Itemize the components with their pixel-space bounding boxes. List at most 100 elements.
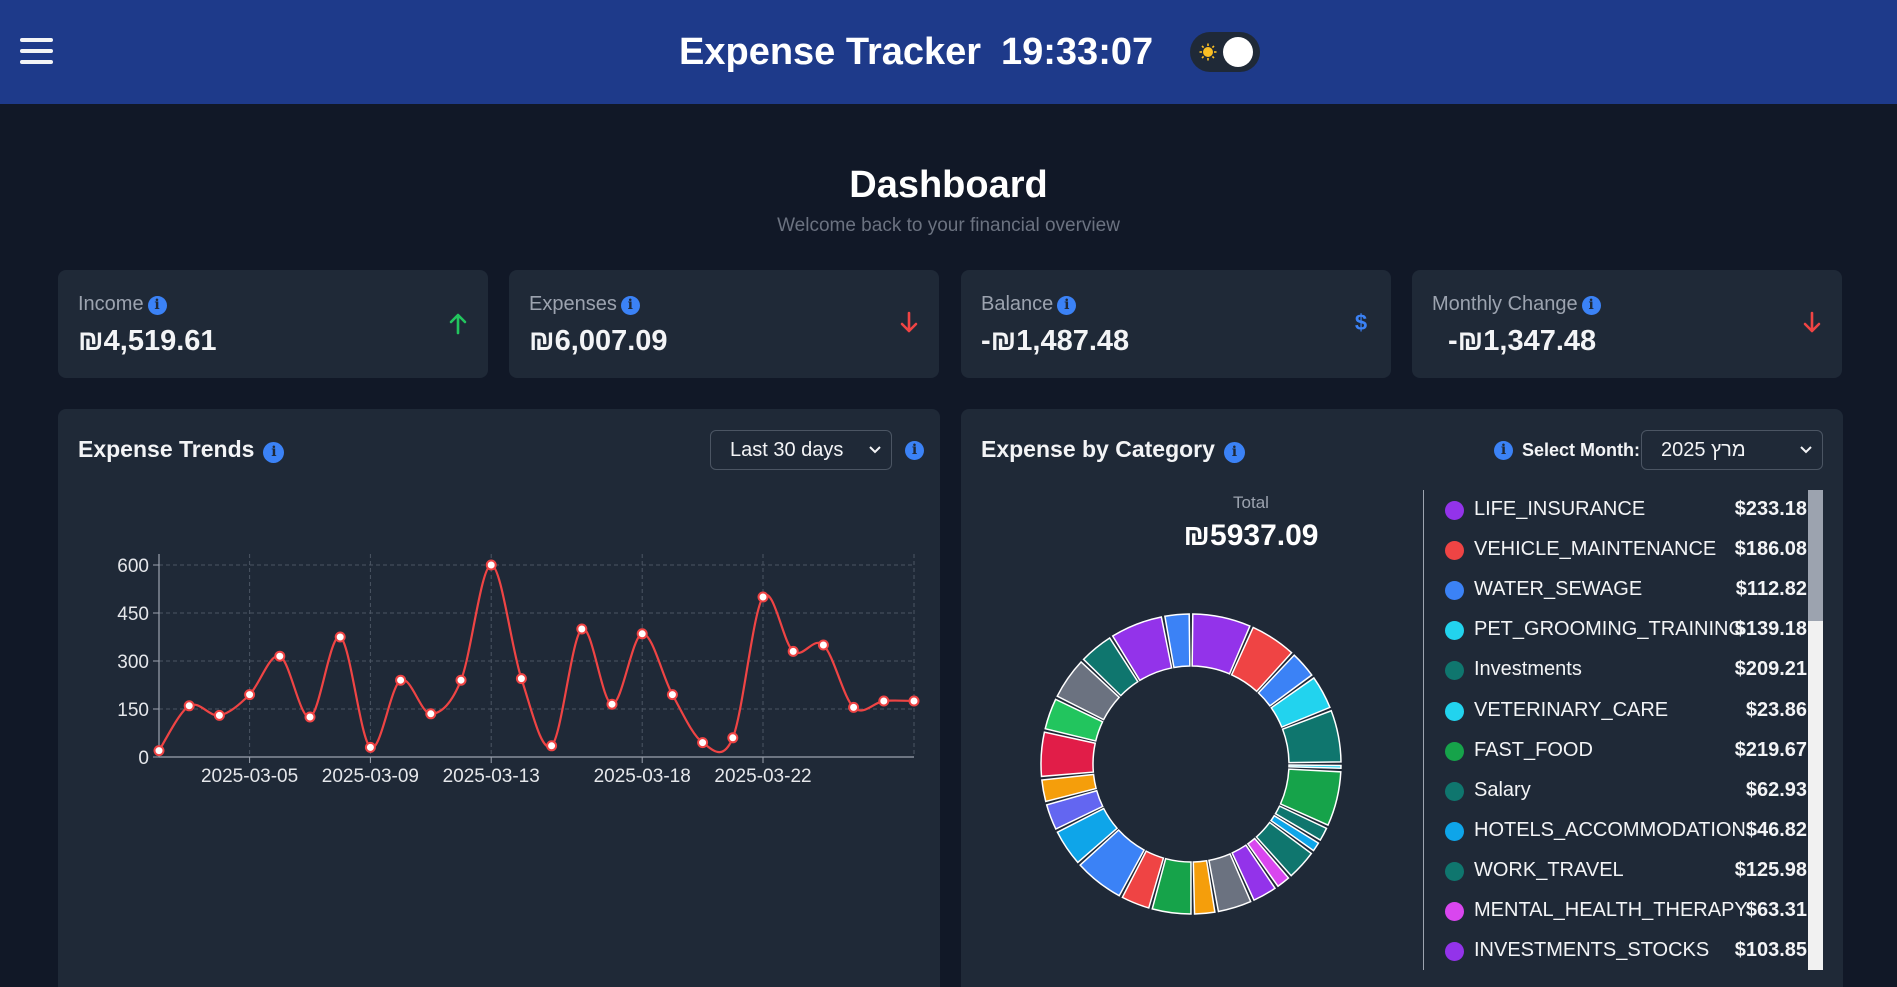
data-point bbox=[455, 674, 467, 686]
legend-category-name: VEHICLE_MAINTENANCE bbox=[1474, 538, 1717, 561]
info-icon[interactable]: i bbox=[147, 296, 167, 315]
data-point bbox=[153, 745, 165, 757]
legend-category-name: WATER_SEWAGE bbox=[1474, 578, 1643, 601]
menu-icon[interactable] bbox=[20, 38, 53, 64]
theme-toggle[interactable] bbox=[1190, 32, 1260, 72]
app-title: Expense Tracker bbox=[679, 31, 982, 73]
legend-item[interactable]: VEHICLE_MAINTENANCE $186.08 bbox=[1424, 534, 1809, 574]
data-point bbox=[244, 689, 256, 701]
info-icon[interactable]: i bbox=[1223, 442, 1245, 463]
legend-amount: $219.67 bbox=[1734, 738, 1807, 761]
legend-amount: $209.21 bbox=[1734, 658, 1807, 681]
legend-color-dot bbox=[1445, 701, 1464, 721]
data-point bbox=[395, 674, 407, 686]
data-point bbox=[787, 645, 799, 657]
date-range-value: Last 30 days bbox=[730, 439, 844, 461]
data-point bbox=[606, 698, 618, 710]
legend-item[interactable]: WATER_SEWAGE $112.82 bbox=[1424, 574, 1809, 614]
legend-category-name: WORK_TRAVEL bbox=[1474, 858, 1624, 881]
data-point bbox=[817, 639, 829, 651]
legend-color-dot bbox=[1445, 942, 1464, 962]
data-point bbox=[304, 711, 316, 723]
legend-item[interactable]: WORK_TRAVEL $125.98 bbox=[1424, 855, 1809, 895]
legend-item[interactable]: VETERINARY_CARE $23.86 bbox=[1424, 695, 1809, 735]
monthly-change-value: -₪1,347.48 bbox=[1448, 325, 1597, 357]
legend-color-dot bbox=[1445, 821, 1464, 841]
data-point bbox=[364, 741, 376, 753]
balance-card: Balance i -₪1,487.48 $ bbox=[961, 270, 1391, 378]
x-tick-label: 2025-03-09 bbox=[322, 766, 419, 787]
balance-label: Balance bbox=[981, 293, 1054, 315]
chevron-down-icon bbox=[869, 446, 881, 454]
expense-trends-panel: Expense Trends i Last 30 days i 0 150 300 45… bbox=[58, 409, 940, 987]
info-icon[interactable]: i bbox=[1581, 296, 1601, 315]
y-tick-label: 300 bbox=[117, 652, 149, 673]
legend-color-dot bbox=[1445, 581, 1464, 601]
legend-category-name: LIFE_INSURANCE bbox=[1474, 498, 1646, 520]
info-icon[interactable]: i bbox=[263, 442, 285, 463]
data-point bbox=[515, 673, 527, 685]
expense-category-title: Expense by Category bbox=[981, 436, 1215, 462]
data-point bbox=[425, 708, 437, 720]
legend-category-name: FAST_FOOD bbox=[1474, 738, 1593, 761]
legend-item[interactable]: Salary $62.93 bbox=[1424, 775, 1809, 815]
scrollbar-thumb[interactable] bbox=[1808, 490, 1823, 621]
legend-scrollbar[interactable] bbox=[1808, 490, 1823, 970]
legend-category-name: PET_GROOMING_TRAINING bbox=[1474, 618, 1745, 641]
monthly-change-card: Monthly Change i -₪1,347.48 bbox=[1412, 270, 1842, 378]
category-donut-chart bbox=[1040, 613, 1342, 915]
legend-amount: $112.82 bbox=[1735, 578, 1807, 601]
legend-color-dot bbox=[1445, 501, 1464, 520]
total-label: Total bbox=[1233, 493, 1269, 512]
y-tick-label: 450 bbox=[117, 604, 149, 625]
data-point bbox=[908, 695, 920, 707]
info-icon[interactable]: i bbox=[620, 296, 640, 315]
page-subtitle: Welcome back to your financial overview bbox=[777, 215, 1120, 236]
info-icon[interactable]: i bbox=[905, 441, 924, 460]
month-select[interactable]: מרץ 2025 bbox=[1641, 430, 1823, 470]
legend-amount: $186.08 bbox=[1734, 538, 1807, 561]
legend-color-dot bbox=[1445, 902, 1464, 921]
dollar-icon: $ bbox=[1355, 311, 1367, 335]
data-point bbox=[697, 737, 709, 749]
y-tick-label: 600 bbox=[117, 556, 149, 577]
legend-category-name: MENTAL_HEALTH_THERAPY bbox=[1474, 899, 1748, 921]
legend-category-name: INVESTMENTS_STOCKS bbox=[1474, 939, 1710, 962]
legend-item[interactable]: Investments $209.21 bbox=[1424, 654, 1809, 694]
legend-category-name: Salary bbox=[1474, 778, 1531, 801]
legend-category-name: Investments bbox=[1474, 658, 1582, 681]
expenses-label: Expenses bbox=[529, 293, 617, 315]
data-point bbox=[848, 701, 860, 713]
info-icon[interactable]: i bbox=[1494, 441, 1513, 460]
app-header: Expense Tracker 19:33:07 bbox=[0, 0, 1897, 104]
data-point bbox=[546, 740, 558, 752]
svg-text:$: $ bbox=[1355, 311, 1367, 335]
sun-icon bbox=[1199, 43, 1217, 61]
legend-item[interactable]: PET_GROOMING_TRAINING $139.18 bbox=[1424, 614, 1809, 654]
legend-item[interactable]: FAST_FOOD $219.67 bbox=[1424, 735, 1809, 775]
legend-color-dot bbox=[1445, 781, 1464, 801]
arrow-down-icon bbox=[900, 311, 918, 333]
info-icon[interactable]: i bbox=[1057, 296, 1077, 315]
date-range-select[interactable]: Last 30 days bbox=[710, 430, 892, 470]
legend-item[interactable]: HOTELS_ACCOMMODATION $46.82 bbox=[1424, 815, 1809, 855]
legend-color-dot bbox=[1445, 741, 1464, 761]
x-tick-label: 2025-03-22 bbox=[714, 766, 811, 787]
legend-item[interactable]: LIFE_INSURANCE $233.18 bbox=[1424, 494, 1809, 534]
legend-color-dot bbox=[1445, 661, 1464, 681]
legend-item[interactable]: MENTAL_HEALTH_THERAPY $63.31 bbox=[1424, 895, 1809, 935]
y-tick-label: 0 bbox=[138, 748, 149, 769]
donut-segment bbox=[1288, 764, 1342, 770]
chevron-down-icon bbox=[1800, 446, 1812, 454]
legend-amount: $46.82 bbox=[1745, 818, 1807, 841]
arrow-up-icon bbox=[449, 313, 467, 335]
legend-color-dot bbox=[1445, 541, 1464, 561]
toggle-knob bbox=[1223, 37, 1253, 67]
legend-amount: $63.31 bbox=[1745, 899, 1807, 921]
legend-amount: $233.18 bbox=[1734, 498, 1807, 520]
expense-trend-chart: 0 150 300 450 600 2025-03-05 2025-03-09 2025-03… bbox=[117, 554, 920, 787]
legend-amount: $125.98 bbox=[1734, 858, 1807, 881]
x-tick-label: 2025-03-18 bbox=[594, 766, 691, 787]
legend-item[interactable]: INVESTMENTS_STOCKS $103.85 bbox=[1424, 935, 1809, 970]
legend-amount: $139.18 bbox=[1734, 618, 1807, 641]
